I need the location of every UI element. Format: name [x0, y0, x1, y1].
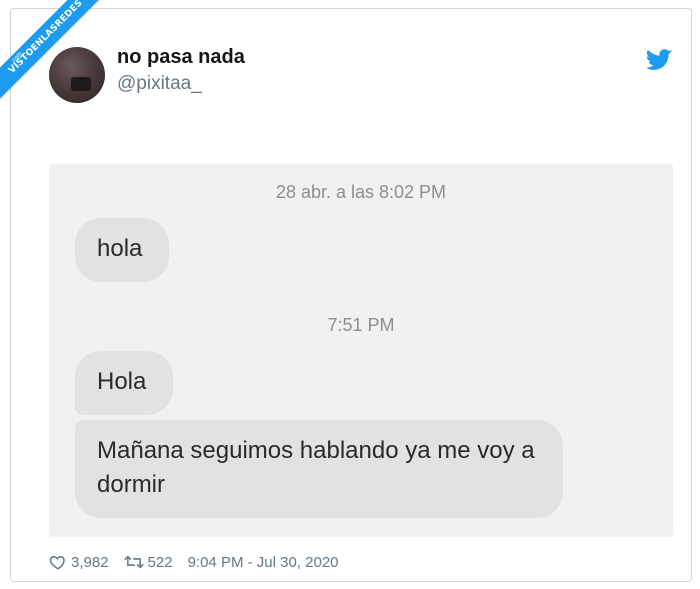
- twitter-bird-icon[interactable]: [647, 49, 673, 71]
- message-bubble: Hola: [75, 351, 173, 415]
- display-name[interactable]: no pasa nada: [117, 46, 245, 69]
- watermark-text: VISTOENLASREDES: [7, 0, 85, 76]
- like-count[interactable]: 3,982: [71, 554, 109, 571]
- message-bubble: Mañana seguimos hablando ya me voy a dor…: [75, 420, 563, 518]
- retweet-count[interactable]: 522: [148, 554, 173, 571]
- chat-screenshot: 28 abr. a las 8:02 PM hola 7:51 PM Hola …: [49, 164, 673, 537]
- retweet-icon[interactable]: [123, 554, 144, 570]
- chat-timestamp: 28 abr. a las 8:02 PM: [275, 182, 447, 202]
- message-bubble: hola: [75, 218, 169, 282]
- tweet-footer: 3,982 522 9:04 PM - Jul 30, 2020: [49, 552, 339, 572]
- watermark: VISTOENLASREDES .com: [0, 0, 130, 130]
- chat-timestamp: 7:51 PM: [327, 315, 395, 335]
- tweet-timestamp[interactable]: 9:04 PM - Jul 30, 2020: [188, 554, 339, 571]
- heart-icon[interactable]: [49, 553, 67, 571]
